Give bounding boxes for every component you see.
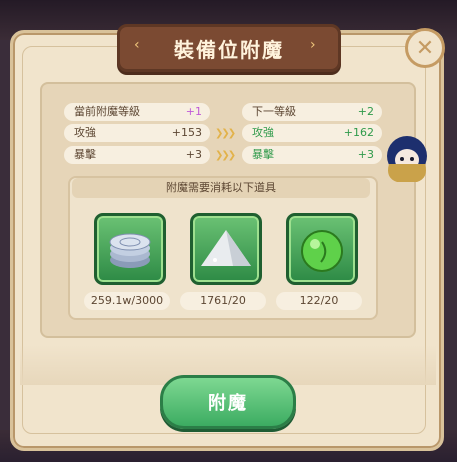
item-slot[interactable] — [286, 213, 358, 285]
title-right-ornament-icon: › — [310, 37, 316, 53]
next-stat-value: +3 — [357, 148, 374, 161]
enchant-button[interactable]: 附魔 — [160, 375, 296, 429]
current-level-label: 當前附魔等級 — [74, 105, 140, 118]
current-stat-label: 攻強 — [74, 126, 96, 139]
current-level-row: 當前附魔等級 +1 — [64, 103, 210, 121]
white-powder-pile-icon — [201, 230, 251, 266]
current-stat-row: 攻強 +153 — [64, 124, 210, 142]
current-level-value: +1 — [185, 105, 202, 118]
silver-coins-icon — [109, 233, 151, 268]
current-stat-value: +3 — [185, 148, 202, 161]
upgrade-arrow-icon: ❯❯❯ — [215, 128, 236, 139]
character-avatar-icon — [387, 136, 427, 182]
dialog-title: 裝備位附魔 — [174, 37, 284, 62]
next-level-row: 下一等級 +2 — [242, 103, 382, 121]
next-level-label: 下一等級 — [252, 105, 296, 118]
next-stat-label: 暴擊 — [252, 148, 274, 161]
item-count: 122/20 — [276, 292, 362, 310]
current-stat-value: +153 — [171, 126, 202, 139]
dialog-title-banner: ‹ 裝備位附魔 › — [117, 24, 341, 72]
item-slot[interactable] — [94, 213, 166, 285]
item-slot[interactable] — [190, 213, 262, 285]
current-stat-row: 暴擊 +3 — [64, 146, 210, 164]
next-stat-row: 攻強 +162 — [242, 124, 382, 142]
close-button[interactable]: ✕ — [405, 28, 445, 68]
next-stat-row: 暴擊 +3 — [242, 146, 382, 164]
close-icon: ✕ — [415, 35, 435, 61]
item-count: 1761/20 — [180, 292, 266, 310]
upgrade-arrow-icon: ❯❯❯ — [215, 150, 236, 161]
next-level-value: +2 — [357, 105, 374, 118]
title-left-ornament-icon: ‹ — [134, 37, 140, 53]
next-stat-value: +162 — [343, 126, 374, 139]
next-stat-label: 攻強 — [252, 126, 274, 139]
required-items-header: 附魔需要消耗以下道具 — [72, 178, 370, 198]
item-count: 259.1w/3000 — [84, 292, 170, 310]
current-stat-label: 暴擊 — [74, 148, 96, 161]
green-potion-icon — [301, 230, 343, 272]
